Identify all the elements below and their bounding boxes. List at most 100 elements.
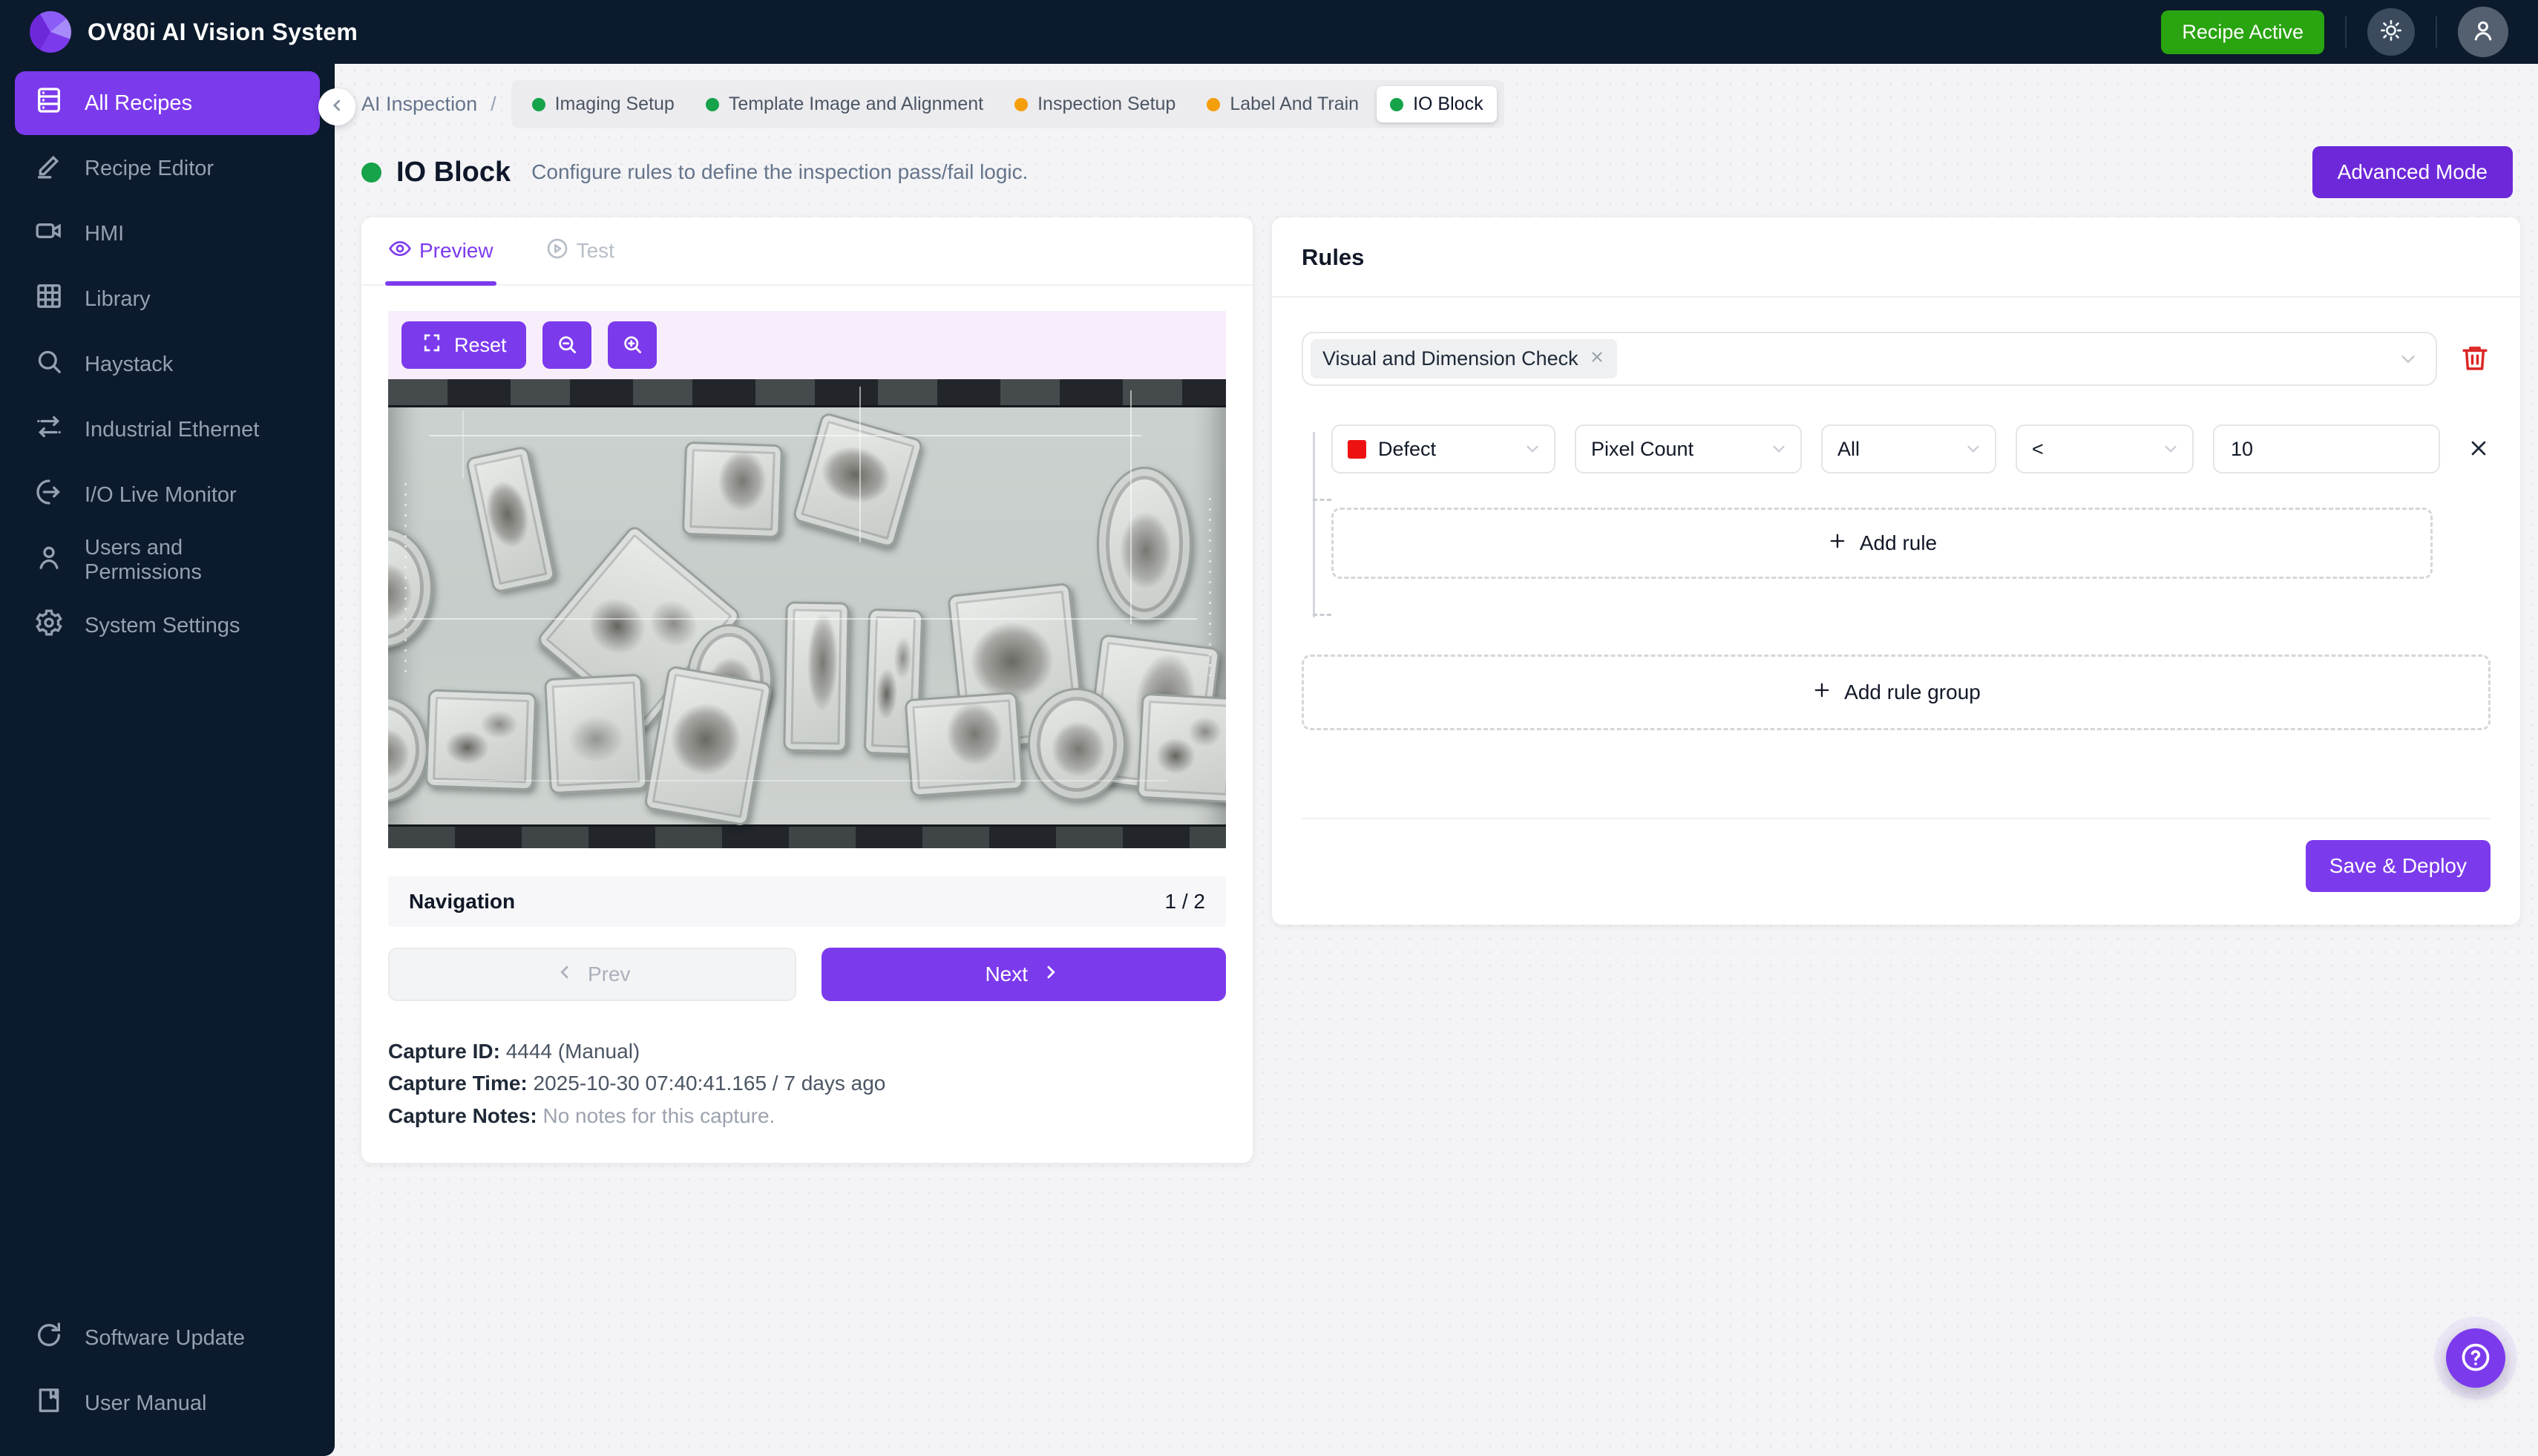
tab-label: Preview (419, 239, 494, 263)
sidebar-item-library[interactable]: Library (15, 267, 320, 331)
tab-label: Test (577, 239, 614, 263)
remove-rule-button[interactable] (2467, 436, 2491, 462)
question-circle-icon (2459, 1341, 2492, 1376)
sidebar-item-industrial-ethernet[interactable]: Industrial Ethernet (15, 398, 320, 462)
ruler-ticks (1209, 498, 1211, 676)
navigation-strip: Navigation 1 / 2 (388, 876, 1226, 927)
rules-panel: Rules Visual and Dimension Check (1272, 217, 2520, 925)
capture-id-row: Capture ID: 4444 (Manual) (388, 1035, 1226, 1067)
theme-toggle-button[interactable] (2367, 8, 2415, 56)
rule-threshold-input[interactable] (2213, 424, 2440, 473)
sidebar-item-recipe-editor[interactable]: Recipe Editor (15, 137, 320, 200)
focus-reset-icon (421, 332, 443, 359)
capture-id-value: 4444 (Manual) (506, 1040, 640, 1063)
search-icon (34, 347, 64, 382)
step-io-block[interactable]: IO Block (1377, 86, 1496, 122)
capture-notes-label: Capture Notes: (388, 1104, 537, 1127)
reset-view-button[interactable]: Reset (401, 321, 526, 369)
next-button[interactable]: Next (822, 948, 1227, 1001)
save-deploy-button[interactable]: Save & Deploy (2306, 840, 2491, 892)
sidebar-item-label: Haystack (85, 352, 173, 377)
tray (388, 697, 428, 802)
header-divider (2345, 16, 2347, 47)
tree-connector (1313, 432, 1315, 617)
sidebar-item-haystack[interactable]: Haystack (15, 332, 320, 396)
recipes-icon (34, 85, 64, 121)
step-label-and-train[interactable]: Label And Train (1193, 86, 1372, 122)
tab-preview[interactable]: Preview (388, 217, 494, 284)
chevron-left-icon (327, 96, 347, 119)
add-rule-button[interactable]: Add rule (1331, 508, 2433, 579)
crosshair-line (410, 618, 1197, 620)
chevron-down-icon (1769, 439, 1788, 459)
sidebar-item-software-update[interactable]: Software Update (15, 1306, 320, 1370)
advanced-mode-button[interactable]: Advanced Mode (2312, 146, 2513, 198)
step-label: Template Image and Alignment (729, 94, 983, 115)
sidebar-item-users-permissions[interactable]: Users and Permissions (15, 528, 320, 592)
capture-time-value: 2025-10-30 07:40:41.165 / 7 days ago (534, 1072, 886, 1095)
refresh-icon (34, 1320, 64, 1356)
step-imaging-setup[interactable]: Imaging Setup (519, 86, 688, 122)
tray (465, 445, 557, 594)
status-dot (1207, 98, 1220, 111)
add-rule-group-button[interactable]: Add rule group (1302, 655, 2491, 730)
settings-icon (34, 608, 64, 643)
sidebar-item-system-settings[interactable]: System Settings (15, 594, 320, 658)
tray (544, 674, 648, 795)
sidebar-item-label: Users and Permissions (85, 536, 301, 585)
rule-operator-select[interactable]: < (2016, 424, 2194, 473)
zoom-in-icon (621, 333, 643, 358)
help-button[interactable] (2446, 1328, 2505, 1388)
remove-tag-icon[interactable] (1589, 347, 1605, 370)
camera-preview-image[interactable] (388, 379, 1226, 848)
rule-metric-select[interactable]: Pixel Count (1575, 424, 1802, 473)
tray (682, 442, 783, 539)
x-icon (2467, 451, 2491, 462)
rule-group-select[interactable]: Visual and Dimension Check (1302, 332, 2437, 386)
capture-info: Capture ID: 4444 (Manual) Capture Time: … (388, 1035, 1226, 1132)
sidebar-item-label: System Settings (85, 614, 240, 638)
add-rule-group-label: Add rule group (1844, 681, 1981, 704)
sidebar-item-io-live-monitor[interactable]: I/O Live Monitor (15, 463, 320, 527)
user-avatar[interactable] (2458, 7, 2508, 57)
metric-value: Pixel Count (1591, 438, 1693, 461)
crosshair-line (429, 435, 1141, 436)
sidebar-collapse-button[interactable] (318, 88, 355, 125)
divider (1272, 296, 2520, 298)
step-inspection-setup[interactable]: Inspection Setup (1001, 86, 1189, 122)
tray (425, 689, 537, 790)
tray (1028, 688, 1126, 801)
edit-icon (34, 151, 64, 186)
scope-value: All (1837, 438, 1860, 461)
breadcrumb-root[interactable]: AI Inspection (361, 93, 477, 116)
rule-scope-select[interactable]: All (1821, 424, 1996, 473)
plus-icon (1827, 531, 1848, 557)
sidebar-item-all-recipes[interactable]: All Recipes (15, 71, 320, 135)
eye-icon (388, 237, 412, 266)
page-status-dot (361, 163, 381, 183)
main-content: AI Inspection / Imaging Setup Template I… (335, 64, 2538, 1456)
page-subtitle: Configure rules to define the inspection… (531, 160, 1028, 184)
prev-button[interactable]: Prev (388, 948, 796, 1001)
breadcrumb-separator: / (491, 93, 496, 116)
sidebar-item-hmi[interactable]: HMI (15, 202, 320, 266)
page-title: IO Block (396, 157, 511, 188)
zoom-in-button[interactable] (608, 321, 657, 369)
rule-class-select[interactable]: Defect (1331, 424, 1555, 473)
preview-panel: Preview Test Reset (361, 217, 1253, 1163)
conveyor-edge (388, 824, 1226, 848)
tab-test[interactable]: Test (545, 217, 614, 284)
capture-notes-row: Capture Notes: No notes for this capture… (388, 1100, 1226, 1132)
operator-value: < (2032, 438, 2044, 461)
capture-id-label: Capture ID: (388, 1040, 500, 1063)
trash-icon (2459, 364, 2491, 376)
step-template-image-alignment[interactable]: Template Image and Alignment (692, 86, 997, 122)
status-dot (706, 98, 719, 111)
navigation-title: Navigation (409, 890, 515, 914)
zoom-out-button[interactable] (542, 321, 591, 369)
delete-rule-group-button[interactable] (2459, 342, 2491, 376)
capture-time-row: Capture Time: 2025-10-30 07:40:41.165 / … (388, 1067, 1226, 1099)
sidebar-item-user-manual[interactable]: User Manual (15, 1371, 320, 1435)
step-label: Imaging Setup (555, 94, 675, 115)
tray (792, 411, 924, 548)
